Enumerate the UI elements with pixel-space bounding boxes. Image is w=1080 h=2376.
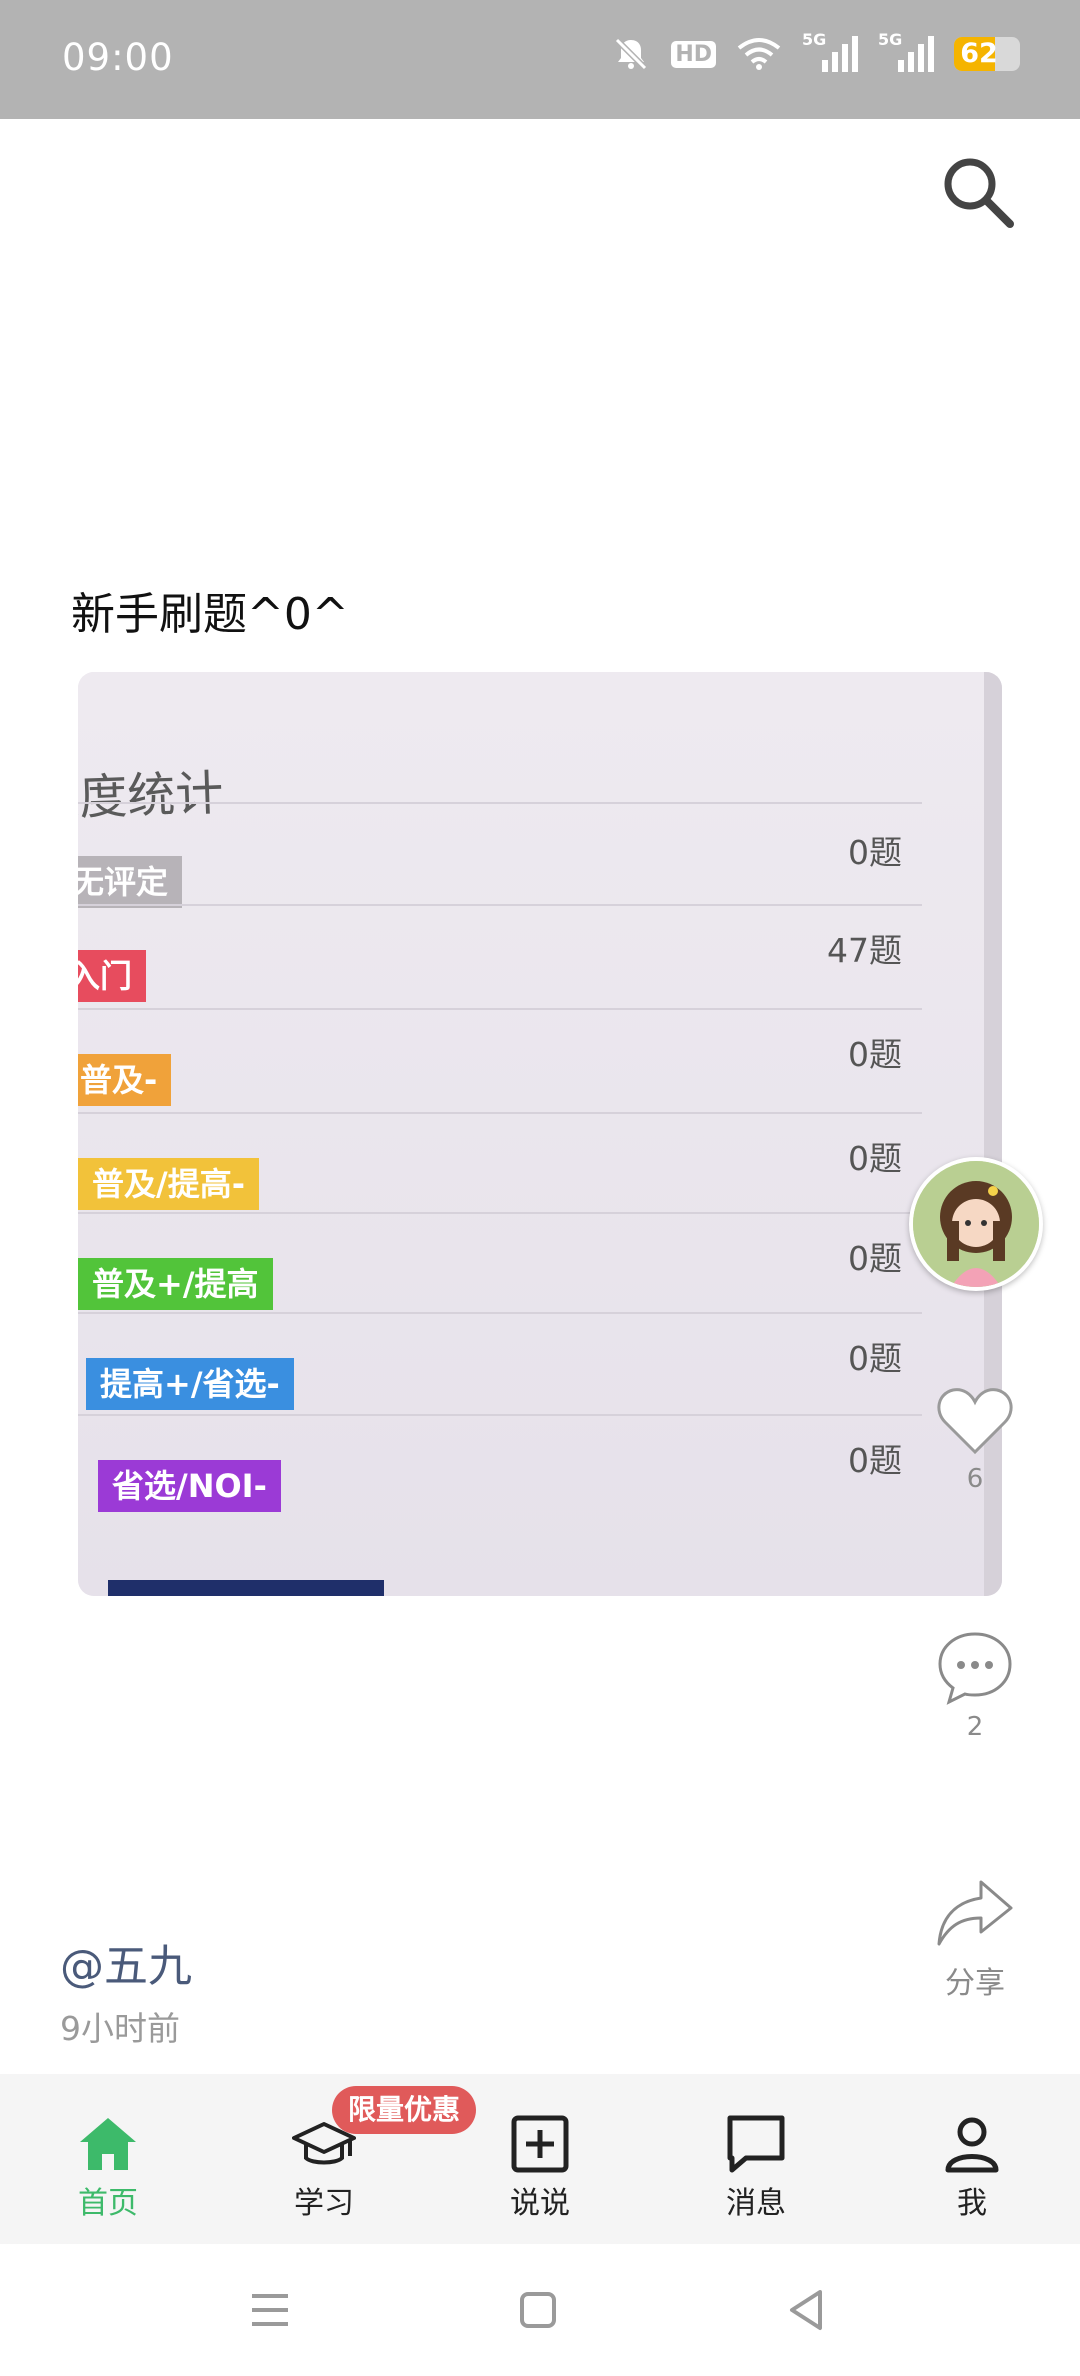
status-bar: 09:00 HD 5G 5G 62 bbox=[0, 0, 1080, 119]
nav-menu-button[interactable] bbox=[240, 2280, 300, 2340]
difficulty-tag: 无评定 bbox=[78, 856, 183, 908]
difficulty-tag: 省选/NOI- bbox=[98, 1460, 281, 1512]
square-icon bbox=[520, 2292, 556, 2328]
plus-square-icon bbox=[511, 2115, 569, 2173]
author-name[interactable]: @五九 bbox=[60, 1930, 192, 1994]
avatar-illustration bbox=[913, 1161, 1039, 1287]
tab-label: 学习 bbox=[294, 2186, 354, 2221]
battery-level: 62 bbox=[960, 38, 998, 69]
wifi-icon bbox=[736, 36, 782, 72]
menu-icon bbox=[252, 2294, 288, 2326]
difficulty-tag: 入门 bbox=[78, 950, 147, 1002]
stat-row: 普及+/提高 0题 bbox=[78, 1212, 922, 1314]
like-button[interactable]: 6 bbox=[915, 1380, 1035, 1494]
signal-5g-icon: 5G bbox=[802, 30, 858, 74]
difficulty-tag: 普及- bbox=[78, 1054, 172, 1106]
tab-me[interactable]: 我 bbox=[864, 2074, 1080, 2244]
hd-icon: HD bbox=[671, 40, 716, 68]
problem-count: 0题 bbox=[848, 833, 902, 872]
heart-icon bbox=[937, 1388, 1013, 1455]
back-triangle-icon bbox=[790, 2290, 822, 2330]
home-icon bbox=[80, 2118, 136, 2170]
status-time: 09:00 bbox=[62, 36, 174, 79]
tab-label: 消息 bbox=[726, 2186, 786, 2221]
problem-count: 47题 bbox=[827, 931, 902, 970]
tab-label: 说说 bbox=[510, 2186, 570, 2221]
stat-row: 无评定 0题 bbox=[78, 802, 922, 908]
author-avatar[interactable] bbox=[909, 1157, 1043, 1291]
status-icons: HD 5G 5G 62 bbox=[611, 30, 1020, 74]
problem-count: 0题 bbox=[848, 1339, 902, 1378]
difficulty-tag: 提高+/省选- bbox=[86, 1358, 294, 1410]
tab-home[interactable]: 首页 bbox=[0, 2074, 216, 2244]
signal-5g-icon: 5G bbox=[878, 30, 934, 74]
comment-button[interactable]: 2 bbox=[915, 1628, 1035, 1742]
share-button[interactable]: 分享 bbox=[915, 1874, 1035, 2002]
nav-home-button[interactable] bbox=[508, 2280, 568, 2340]
chat-icon bbox=[727, 2115, 785, 2173]
problem-count: 0题 bbox=[848, 1035, 902, 1074]
stat-row-partial bbox=[108, 1580, 384, 1596]
problem-count: 0题 bbox=[848, 1441, 902, 1480]
problem-count: 0题 bbox=[848, 1239, 902, 1278]
problem-count: 0题 bbox=[848, 1139, 902, 1178]
search-button[interactable] bbox=[938, 152, 1018, 232]
stat-row: 普及/提高- 0题 bbox=[78, 1112, 922, 1214]
post-time: 9小时前 bbox=[60, 2009, 180, 2048]
share-icon bbox=[937, 1880, 1013, 1946]
like-count: 6 bbox=[966, 1464, 984, 1494]
comment-count: 2 bbox=[966, 1712, 984, 1742]
battery-icon: 62 bbox=[954, 37, 1020, 71]
post-title: 新手刷题^0^ bbox=[71, 589, 349, 640]
stat-row: 省选/NOI- 0题 bbox=[78, 1414, 922, 1516]
tab-label: 我 bbox=[957, 2186, 987, 2221]
tab-label: 首页 bbox=[78, 2186, 138, 2221]
difficulty-tag: 普及/提高- bbox=[78, 1158, 259, 1210]
stat-row: 入门 47题 bbox=[78, 904, 922, 1006]
comment-icon bbox=[938, 1632, 1012, 1705]
nav-back-button[interactable] bbox=[776, 2280, 836, 2340]
stat-row: 提高+/省选- 0题 bbox=[78, 1312, 922, 1414]
share-label: 分享 bbox=[945, 1966, 1005, 2001]
stat-row: 普及- 0题 bbox=[78, 1008, 922, 1110]
bottom-tab-bar: 首页 学习 说说 消息 我 bbox=[0, 2074, 1080, 2244]
bell-muted-icon bbox=[611, 34, 651, 74]
system-nav-bar bbox=[0, 2244, 1080, 2376]
difficulty-tag: 普及+/提高 bbox=[78, 1258, 273, 1310]
tab-messages[interactable]: 消息 bbox=[648, 2074, 864, 2244]
post-image[interactable]: 题度统计 无评定 0题 入门 47题 普及- 0题 普及/提高- 0题 普及+/提高 0题 提高+/… bbox=[78, 672, 1002, 1596]
promo-badge[interactable]: 限量优惠 bbox=[332, 2086, 477, 2134]
person-icon bbox=[945, 2117, 999, 2173]
search-icon bbox=[944, 158, 1014, 228]
